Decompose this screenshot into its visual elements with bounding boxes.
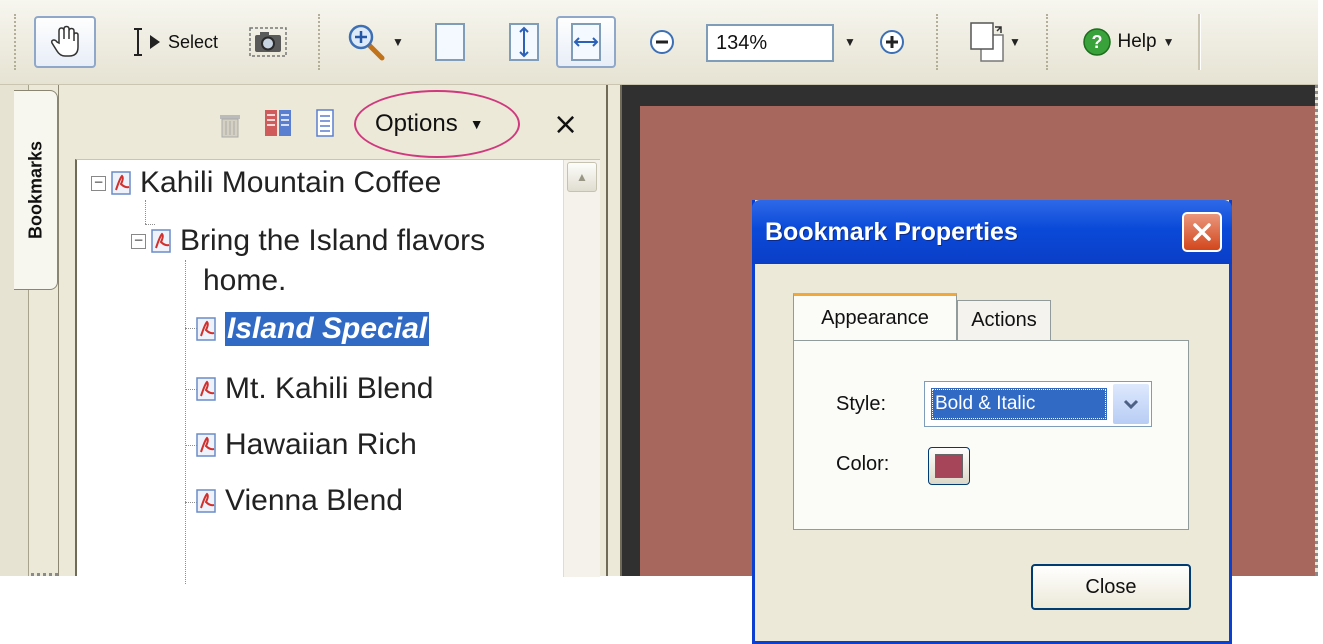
style-label: Style:	[836, 393, 887, 415]
toolbar-grip-3[interactable]	[936, 14, 942, 70]
bookmark-label: Mt. Kahili Blend	[225, 372, 434, 405]
snapshot-tool-button[interactable]	[244, 16, 292, 68]
camera-icon	[249, 27, 287, 57]
page-layout-button[interactable]: ▼	[956, 16, 1032, 68]
bookmark-label-continuation: home.	[203, 264, 287, 297]
toolbar: Select ▼ 134% ▼ ▼ ? Help ▼	[0, 0, 1318, 85]
dialog-title-bar[interactable]: Bookmark Properties	[752, 200, 1232, 264]
tab-actions[interactable]: Actions	[957, 300, 1051, 340]
bookmark-item[interactable]: − Kahili Mountain Coffee	[91, 166, 441, 200]
select-tool-button[interactable]: Select	[108, 16, 238, 68]
bookmark-label: Vienna Blend	[225, 484, 403, 517]
chevron-down-icon: ▼	[1009, 35, 1021, 49]
actual-size-icon	[435, 23, 465, 61]
pdf-bookmark-icon	[110, 170, 134, 196]
zoom-input[interactable]: 134%	[706, 24, 834, 62]
plus-circle-icon	[880, 30, 904, 54]
toolbar-grip-4[interactable]	[1046, 14, 1052, 70]
tab-appearance[interactable]: Appearance	[793, 293, 957, 340]
bookmark-label: Hawaiian Rich	[225, 428, 417, 461]
pdf-bookmark-icon	[195, 316, 219, 342]
select-label: Select	[167, 31, 219, 52]
collapse-toggle-icon[interactable]: −	[91, 175, 106, 191]
expand-bookmark-button[interactable]	[315, 107, 341, 144]
style-selected-value: Bold & Italic	[931, 388, 1107, 420]
bookmarks-tab[interactable]: Bookmarks	[14, 90, 58, 290]
toolbar-grip-2[interactable]	[318, 14, 324, 70]
text-cursor-icon	[133, 28, 142, 56]
tree-scrollbar[interactable]: ▲	[563, 160, 600, 577]
pdf-bookmark-icon	[150, 228, 174, 254]
appearance-panel: Style: Bold & Italic Color:	[793, 340, 1189, 530]
new-bookmark-button[interactable]	[263, 107, 293, 144]
delete-bookmark-button[interactable]	[217, 109, 243, 144]
scroll-up-button[interactable]: ▲	[567, 162, 597, 192]
close-button[interactable]: Close	[1031, 564, 1191, 610]
bookmark-item[interactable]: − Bring the Island flavors	[131, 224, 485, 258]
pdf-bookmark-icon	[195, 432, 219, 458]
bookmark-tree: − Kahili Mountain Coffee − Bring the Isl…	[75, 159, 600, 584]
fit-page-icon	[509, 23, 539, 61]
tree-connector	[145, 200, 146, 224]
color-swatch	[935, 454, 963, 478]
color-picker-button[interactable]	[928, 447, 970, 485]
collapse-toggle-icon[interactable]: −	[131, 233, 146, 249]
arrow-pointer-icon	[149, 35, 160, 49]
bookmark-label: Island Special	[223, 311, 431, 347]
close-icon	[1193, 223, 1211, 241]
style-dropdown-button[interactable]	[1113, 384, 1149, 424]
dialog-title: Bookmark Properties	[765, 218, 1018, 246]
dialog-close-button[interactable]	[1182, 212, 1222, 252]
style-select[interactable]: Bold & Italic	[924, 381, 1152, 427]
toolbar-grip[interactable]	[14, 14, 20, 70]
actual-size-button[interactable]	[426, 16, 474, 68]
close-panel-button[interactable]: ×	[553, 107, 578, 142]
pages-icon	[970, 22, 1004, 62]
help-icon: ?	[1082, 28, 1111, 56]
zoom-out-button[interactable]	[642, 16, 682, 68]
zoom-dropdown-button[interactable]: ▼	[836, 16, 864, 68]
fit-page-button[interactable]	[500, 16, 548, 68]
bookmarks-panel-toolbar: Options ▼ ×	[59, 85, 607, 159]
pdf-bookmark-icon	[195, 376, 219, 402]
bookmark-item[interactable]: Vienna Blend	[195, 484, 403, 518]
color-label: Color:	[836, 453, 890, 475]
chevron-down-icon	[1123, 399, 1139, 410]
pdf-bookmark-icon	[195, 488, 219, 514]
trash-icon	[220, 115, 240, 138]
chevron-down-icon: ▼	[392, 35, 404, 49]
help-label: Help	[1117, 31, 1157, 52]
fit-width-button[interactable]	[556, 16, 616, 68]
chevron-down-icon: ▼	[1162, 35, 1175, 49]
zoom-in-tool-button[interactable]: ▼	[338, 16, 412, 68]
new-bookmark-icon	[265, 110, 291, 136]
hand-icon	[50, 25, 79, 57]
panel-splitter[interactable]	[606, 85, 622, 576]
chevron-up-icon: ▲	[576, 170, 588, 184]
svg-text:?: ?	[1091, 32, 1102, 52]
toolbar-separator	[1198, 14, 1201, 70]
tree-connector	[185, 260, 186, 584]
bookmark-label: Kahili Mountain Coffee	[140, 166, 442, 199]
bookmark-item-selected[interactable]: Island Special	[195, 311, 431, 347]
fit-width-icon	[571, 23, 601, 61]
minus-circle-icon	[650, 30, 674, 54]
help-button[interactable]: ? Help ▼	[1064, 16, 1192, 68]
highlight-oval	[354, 90, 520, 158]
hand-tool-button[interactable]	[34, 16, 96, 68]
bookmark-label: Bring the Island flavors	[180, 224, 486, 257]
bookmark-properties-dialog: Bookmark Properties Appearance Actions S…	[752, 200, 1232, 644]
bookmark-item[interactable]: Hawaiian Rich	[195, 428, 417, 462]
zoom-in-button[interactable]	[872, 16, 912, 68]
bookmarks-tab-label: Bookmarks	[25, 140, 45, 240]
expand-bookmark-icon	[316, 109, 334, 137]
bookmark-item[interactable]: Mt. Kahili Blend	[195, 372, 433, 406]
magnifier-plus-icon	[348, 24, 385, 61]
bookmarks-panel: Options ▼ × − Kahili Mountain Coffee − B…	[58, 85, 607, 584]
chevron-down-icon: ▼	[844, 35, 856, 49]
